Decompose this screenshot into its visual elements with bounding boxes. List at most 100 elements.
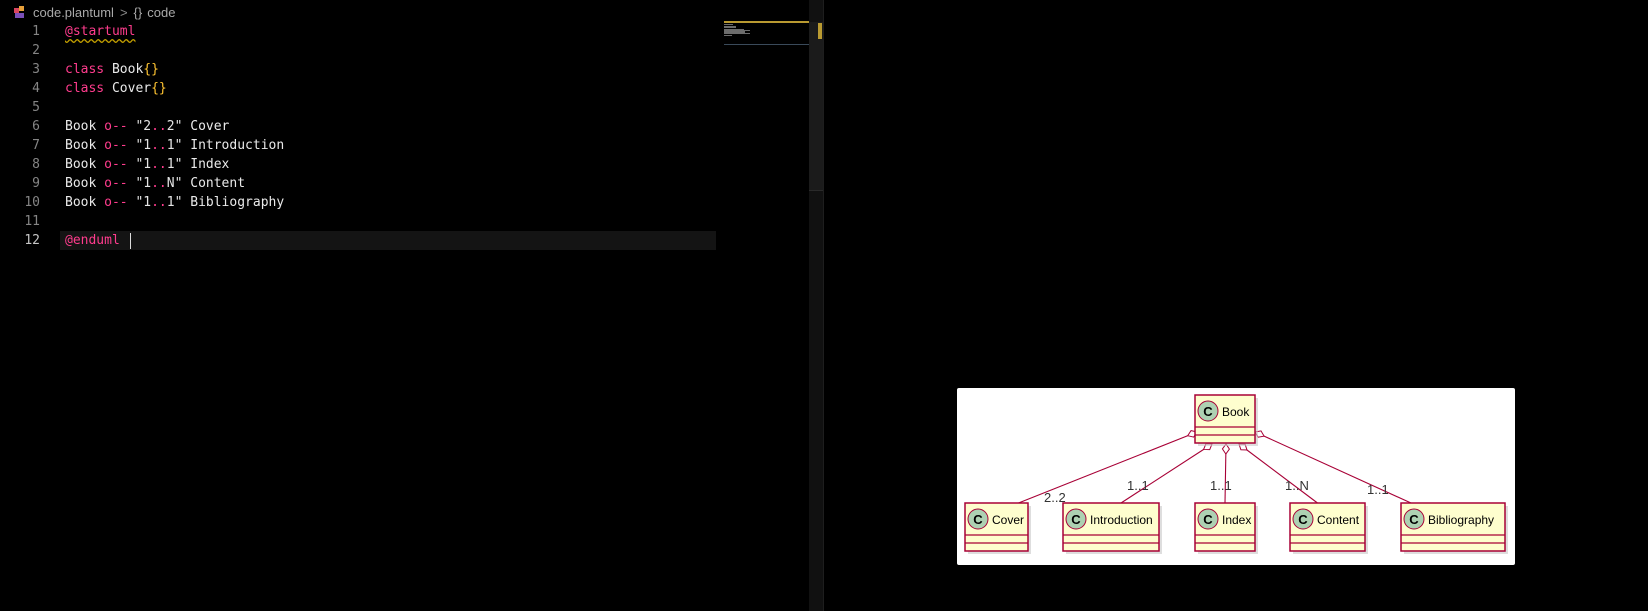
relation-target: Bibliography <box>190 195 285 210</box>
class-marker: C <box>973 512 983 527</box>
class-name: Bibliography <box>1428 513 1494 527</box>
code-line[interactable]: 3 class Book{} <box>0 60 716 79</box>
line-number: 2 <box>32 43 40 58</box>
class-name: Book <box>111 62 144 77</box>
enduml-directive: @enduml <box>65 233 120 248</box>
multiplicity-dots: .. <box>151 138 167 153</box>
multiplicity-min: 1 <box>143 176 152 191</box>
class-name: Content <box>1317 513 1360 527</box>
relation-source: Book <box>65 176 97 191</box>
line-number: 7 <box>32 138 40 153</box>
relation-source: Book <box>65 157 97 172</box>
multiplicity-dots: .. <box>151 176 167 191</box>
multiplicity-dots: .. <box>151 195 167 210</box>
class-name: Index <box>1222 513 1251 527</box>
code-line[interactable]: 7 Book o-- "1..1" Introduction <box>0 136 716 155</box>
scrollbar-divider <box>809 190 823 191</box>
relation-source: Book <box>65 138 97 153</box>
line-number: 5 <box>32 100 40 115</box>
line-number: 3 <box>32 62 40 77</box>
class-braces: {} <box>151 81 167 96</box>
class-marker: C <box>1203 404 1213 419</box>
multiplicity-label: 1..1 <box>1210 478 1232 493</box>
code-line[interactable]: 11 <box>0 212 716 231</box>
scrollbar-marker <box>818 23 822 39</box>
multiplicity-label: 1..N <box>1285 478 1309 493</box>
line-number: 10 <box>24 195 40 210</box>
multiplicity-min: 2 <box>143 119 152 134</box>
scrollbar-thumb[interactable] <box>809 22 823 191</box>
class-index: C Index <box>1194 502 1258 554</box>
relation-target: Cover <box>190 119 230 134</box>
class-introduction: C Introduction <box>1062 502 1162 554</box>
class-book: C Book <box>1194 394 1258 446</box>
code-lines[interactable]: 1 @startuml 2 3 class Book{} 4 class Cov… <box>0 22 716 250</box>
multiplicity-max: 1 <box>166 138 175 153</box>
code-line[interactable]: 4 class Cover{} <box>0 79 716 98</box>
relation-target: Index <box>190 157 230 172</box>
multiplicity-min: 1 <box>143 138 152 153</box>
multiplicity-max: 1 <box>166 157 175 172</box>
plantuml-file-icon <box>14 5 25 19</box>
minimap[interactable] <box>724 21 809 46</box>
breadcrumb-file[interactable]: code.plantuml <box>33 5 114 20</box>
code-line[interactable]: 2 <box>0 41 716 60</box>
line-number: 4 <box>32 81 40 96</box>
code-line[interactable]: 9 Book o-- "1..N" Content <box>0 174 716 193</box>
relation-target: Content <box>190 176 246 191</box>
multiplicity-min: 1 <box>143 157 152 172</box>
code-line[interactable]: 1 @startuml <box>0 22 716 41</box>
breadcrumb-symbol[interactable]: code <box>147 5 175 20</box>
minimap-viewport-indicator <box>724 21 809 23</box>
line-number: 9 <box>32 176 40 191</box>
class-marker: C <box>1203 512 1213 527</box>
minimap-divider <box>724 44 809 45</box>
multiplicity-max: 1 <box>166 195 175 210</box>
breadcrumb-separator: > <box>119 4 128 20</box>
vertical-scrollbar[interactable] <box>809 0 823 611</box>
multiplicity-label: 1..1 <box>1367 482 1389 497</box>
code-line-current[interactable]: 12 @enduml <box>0 231 716 250</box>
class-name: Introduction <box>1090 513 1153 527</box>
class-name: Cover <box>992 513 1024 527</box>
relation-arrow: o-- <box>104 138 128 153</box>
multiplicity-min: 1 <box>143 195 152 210</box>
class-content: C Content <box>1289 502 1368 554</box>
relation-arrow: o-- <box>104 195 128 210</box>
symbol-icon: {} <box>133 4 143 20</box>
class-marker: C <box>1409 512 1419 527</box>
current-line-highlight <box>60 231 716 250</box>
uml-diagram-svg: 2..21..1 1..1 1..N 1..1C BookC Cover C Introduc… <box>964 394 1508 554</box>
line-number: 11 <box>24 214 40 229</box>
multiplicity-max: N <box>166 176 175 191</box>
multiplicity-max: 2 <box>166 119 175 134</box>
code-line[interactable]: 8 Book o-- "1..1" Index <box>0 155 716 174</box>
code-line[interactable]: 5 <box>0 98 716 117</box>
code-line[interactable]: 6 Book o-- "2..2" Cover <box>0 117 716 136</box>
line-number: 12 <box>24 233 40 248</box>
line-number: 6 <box>32 119 40 134</box>
relation-arrow: o-- <box>104 176 128 191</box>
breadcrumb: code.plantuml > {} code <box>14 2 175 22</box>
class-name: Book <box>1222 405 1250 419</box>
multiplicity-dots: .. <box>151 157 167 172</box>
class-keyword: class <box>65 81 105 96</box>
class-marker: C <box>1071 512 1081 527</box>
class-bibliography: C Bibliography <box>1400 502 1508 554</box>
uml-diagram: 2..2 1..1 1..1 1..N 1..1 C Book C Cover C Introduc… <box>957 388 1515 565</box>
association-line <box>1120 443 1213 504</box>
class-braces: {} <box>143 62 159 77</box>
relation-source: Book <box>65 119 97 134</box>
multiplicity-label: 1..1 <box>1127 478 1149 493</box>
text-cursor <box>129 232 131 249</box>
association-line <box>1238 443 1318 504</box>
class-keyword: class <box>65 62 105 77</box>
code-editor[interactable]: code.plantuml > {} code 1 @startuml 2 3 … <box>0 0 823 611</box>
relation-arrow: o-- <box>104 119 128 134</box>
multiplicity-dots: .. <box>151 119 167 134</box>
line-number: 8 <box>32 157 40 172</box>
startuml-directive: @startuml <box>65 24 136 39</box>
code-line[interactable]: 10 Book o-- "1..1" Bibliography <box>0 193 716 212</box>
class-marker: C <box>1298 512 1308 527</box>
class-name: Cover <box>111 81 152 96</box>
